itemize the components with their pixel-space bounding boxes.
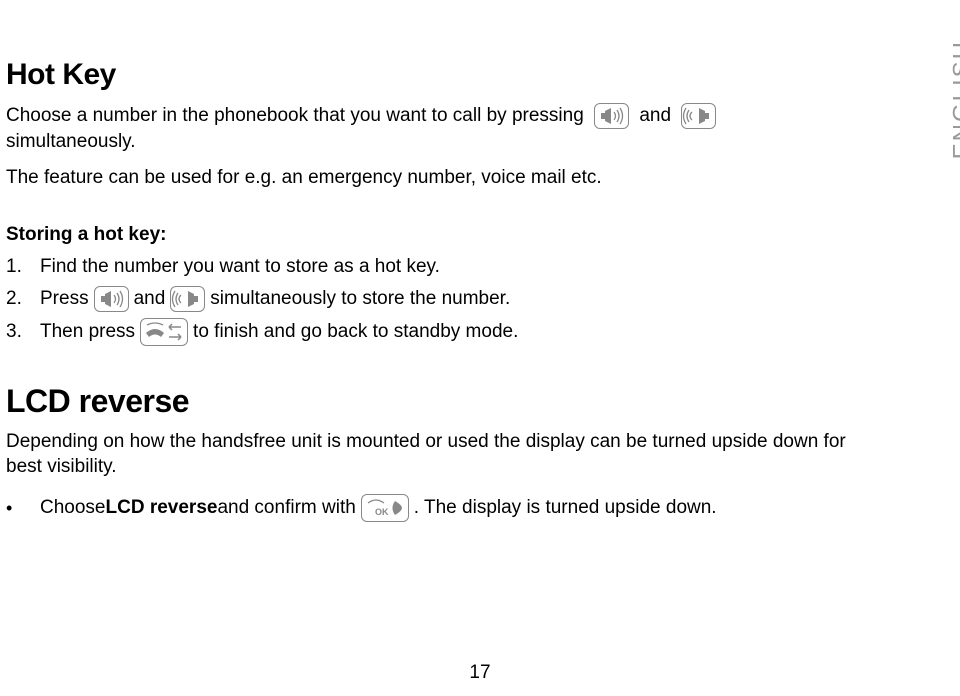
step-text: Then press to finish and go back to stan… [40, 318, 518, 346]
bullet-text: Choose LCD reverse and confirm with OK .… [40, 494, 717, 522]
hotkey-intro-paragraph: Choose a number in the phonebook that yo… [6, 103, 876, 155]
text-fragment: to finish and go back to standby mode. [193, 319, 518, 345]
end-call-key-icon [140, 318, 188, 346]
text-fragment: and confirm with [217, 495, 355, 521]
text-fragment: Press [40, 286, 89, 312]
ok-call-key-icon: OK [361, 494, 409, 522]
hotkey-usage-paragraph: The feature can be used for e.g. an emer… [6, 165, 876, 191]
text-fragment: and [134, 286, 166, 312]
step-text: Find the number you want to store as a h… [40, 254, 440, 280]
text-fragment-strong: LCD reverse [106, 495, 218, 521]
step-number: 1. [6, 254, 40, 280]
volume-up-key-icon [170, 286, 205, 312]
step-text: Press and [40, 286, 510, 312]
text-fragment: simultaneously to store the number. [210, 286, 510, 312]
step-number: 3. [6, 319, 40, 345]
volume-down-key-icon [94, 286, 129, 312]
language-side-label: ENGLISH [946, 40, 960, 159]
text-fragment: . The display is turned upside down. [414, 495, 717, 521]
storing-subheading: Storing a hot key: [6, 222, 876, 248]
text-fragment: Choose a number in the phonebook that yo… [6, 105, 589, 126]
page-number: 17 [0, 660, 960, 686]
lcd-intro-paragraph: Depending on how the handsfree unit is m… [6, 429, 876, 480]
step-2: 2. Press and [6, 286, 876, 312]
page-content: Hot Key Choose a number in the phonebook… [6, 58, 876, 522]
lcd-bullet-row: • Choose LCD reverse and confirm with OK… [6, 494, 876, 522]
bullet-icon: • [6, 496, 40, 520]
heading-lcd-reverse: LCD reverse [6, 384, 876, 419]
text-fragment: simultaneously. [6, 131, 136, 152]
volume-down-key-icon [594, 103, 629, 129]
text-fragment: and [639, 105, 676, 126]
step-1: 1. Find the number you want to store as … [6, 254, 876, 280]
step-3: 3. Then press to finish and go back to s… [6, 318, 876, 346]
text-fragment: Choose [40, 495, 106, 521]
text-fragment: Then press [40, 319, 135, 345]
step-number: 2. [6, 286, 40, 312]
svg-text:OK: OK [375, 507, 389, 517]
heading-hot-key: Hot Key [6, 58, 876, 91]
volume-up-key-icon [681, 103, 716, 129]
